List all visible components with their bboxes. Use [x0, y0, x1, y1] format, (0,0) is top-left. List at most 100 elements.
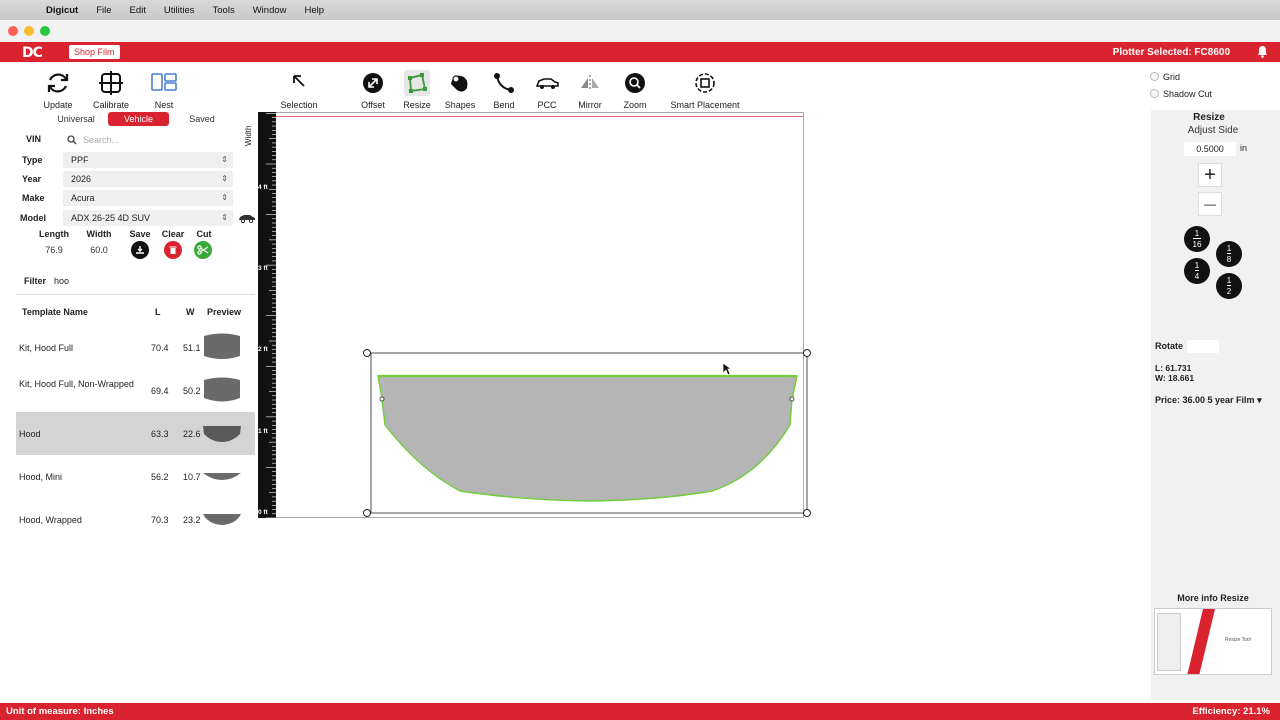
car-outline-icon — [532, 70, 562, 96]
fraction-1-16-button[interactable]: 1 16 — [1184, 226, 1210, 252]
panel-subtitle: Adjust Side — [1187, 125, 1239, 136]
shapes-tool[interactable]: Shapes — [442, 70, 478, 110]
shadow-cut-checkbox[interactable] — [1150, 89, 1159, 98]
cut-button[interactable] — [194, 241, 212, 259]
clear-button[interactable] — [164, 241, 182, 259]
zoom-label: Zoom — [623, 100, 647, 110]
grid-checkbox[interactable] — [1150, 72, 1159, 81]
save-label: Save — [129, 229, 151, 239]
menu-app-name[interactable]: Digicut — [46, 5, 78, 16]
template-width: 51.1 — [183, 343, 201, 353]
model-select[interactable]: ADX 26-25 4D SUV ⇕ — [63, 210, 233, 226]
offset-icon — [356, 70, 390, 96]
col-template-name: Template Name — [22, 307, 88, 317]
update-button[interactable]: Update — [40, 70, 76, 110]
col-preview: Preview — [207, 307, 242, 317]
bell-icon[interactable] — [1257, 45, 1268, 61]
year-value: 2026 — [71, 174, 92, 184]
amount-input[interactable]: 0.5000 — [1184, 142, 1236, 156]
template-name: Hood, Wrapped — [19, 515, 82, 525]
selection-tool[interactable]: Selection — [276, 70, 322, 110]
pcc-tool[interactable]: PCC — [532, 70, 562, 110]
ruler-tick-label: 1 ft — [258, 428, 268, 435]
table-row[interactable]: Kit, Hood Full, Non-Wrapped 69.4 50.2 — [16, 369, 255, 412]
download-icon — [136, 246, 144, 254]
nest-button[interactable]: Nest — [146, 70, 182, 110]
resize-label: Resize — [403, 100, 431, 110]
bend-tool[interactable]: Bend — [488, 70, 520, 110]
width-readout: W: 18.661 — [1155, 373, 1195, 383]
car-icon[interactable] — [238, 213, 256, 226]
menu-tools[interactable]: Tools — [213, 5, 235, 16]
menu-file[interactable]: File — [96, 5, 111, 16]
chevron-updown-icon: ⇕ — [221, 155, 228, 164]
search-input[interactable]: Search... — [63, 132, 233, 148]
zoom-window-button[interactable] — [40, 26, 50, 36]
divider — [16, 294, 255, 295]
plotter-selected[interactable]: Plotter Selected: FC8600 — [1113, 47, 1230, 58]
fraction-1-2-button[interactable]: 12 — [1216, 273, 1242, 299]
resize-help-video-thumbnail[interactable]: Resize Tool — [1154, 608, 1272, 675]
close-window-button[interactable] — [8, 26, 18, 36]
save-button[interactable] — [131, 241, 149, 259]
tab-saved[interactable]: Saved — [180, 112, 224, 126]
smart-placement-tool[interactable]: Smart Placement — [665, 70, 745, 110]
price-select[interactable]: Price: 36.00 5 year Film ▾ — [1155, 395, 1262, 406]
table-row-selected[interactable]: Hood 63.3 22.6 — [16, 412, 255, 455]
ruler-tick-label: 2 ft — [258, 346, 268, 353]
search-icon — [67, 132, 77, 150]
rotate-label: Rotate — [1155, 341, 1184, 351]
menu-utilities[interactable]: Utilities — [164, 5, 195, 16]
template-width: 10.7 — [183, 472, 201, 482]
arrow-pointer-icon — [276, 70, 322, 96]
hood-preview-thumbnail — [203, 426, 241, 442]
width-value[interactable]: 60.0 — [82, 245, 116, 255]
col-width: W — [186, 307, 195, 317]
mirror-tool[interactable]: Mirror — [574, 70, 606, 110]
price-value: Price: 36.00 5 year Film — [1155, 395, 1255, 405]
hood-shape-selection[interactable] — [360, 345, 820, 525]
increase-button[interactable]: + — [1198, 163, 1222, 187]
menu-help[interactable]: Help — [305, 5, 325, 16]
chevron-updown-icon: ⇕ — [221, 213, 228, 222]
offset-tool[interactable]: Offset — [356, 70, 390, 110]
calibrate-label: Calibrate — [92, 100, 130, 110]
menu-window[interactable]: Window — [253, 5, 287, 16]
calibrate-button[interactable]: Calibrate — [91, 70, 131, 110]
table-row[interactable]: Hood, Wrapped 70.3 23.2 — [16, 498, 255, 541]
model-label: Model — [20, 213, 46, 223]
make-select[interactable]: Acura ⇕ — [63, 190, 233, 206]
template-width: 22.6 — [183, 429, 201, 439]
resize-tool-active[interactable]: Resize — [401, 70, 433, 110]
decrease-button[interactable]: — — [1198, 192, 1222, 216]
minimize-window-button[interactable] — [24, 26, 34, 36]
app-header: DC Shop Film Plotter Selected: FC8600 — [0, 42, 1280, 62]
scissors-icon — [197, 245, 209, 255]
template-length: 70.4 — [151, 343, 169, 353]
app-logo: DC — [22, 45, 43, 61]
tab-vehicle[interactable]: Vehicle — [108, 112, 169, 126]
template-length: 69.4 — [151, 386, 169, 396]
ruler-tick-label: 0 ft — [258, 509, 268, 516]
clear-label: Clear — [161, 229, 185, 239]
rotate-input[interactable] — [1187, 340, 1219, 353]
fraction-1-4-button[interactable]: 14 — [1184, 258, 1210, 284]
more-info-label[interactable]: More info Resize — [1151, 593, 1275, 603]
offset-label: Offset — [361, 100, 385, 110]
model-value: ADX 26-25 4D SUV — [71, 213, 151, 223]
year-select[interactable]: 2026 ⇕ — [63, 171, 233, 187]
shop-film-button[interactable]: Shop Film — [69, 45, 120, 59]
chevron-updown-icon: ⇕ — [221, 193, 228, 202]
table-row[interactable]: Kit, Hood Full 70.4 51.1 — [16, 326, 255, 369]
menu-edit[interactable]: Edit — [130, 5, 146, 16]
type-select[interactable]: PPF ⇕ — [63, 152, 233, 168]
fraction-1-8-button[interactable]: 18 — [1216, 241, 1242, 267]
table-row[interactable]: Hood, Mini 56.2 10.7 — [16, 455, 255, 498]
filter-input[interactable]: hoo — [54, 276, 69, 286]
grid-label: Grid — [1163, 72, 1181, 82]
length-value[interactable]: 76.9 — [36, 245, 72, 255]
thumbnail-red-stripe — [1187, 609, 1215, 674]
tab-universal[interactable]: Universal — [52, 112, 100, 126]
shadow-cut-label: Shadow Cut — [1163, 89, 1213, 99]
zoom-tool[interactable]: Zoom — [620, 70, 650, 110]
